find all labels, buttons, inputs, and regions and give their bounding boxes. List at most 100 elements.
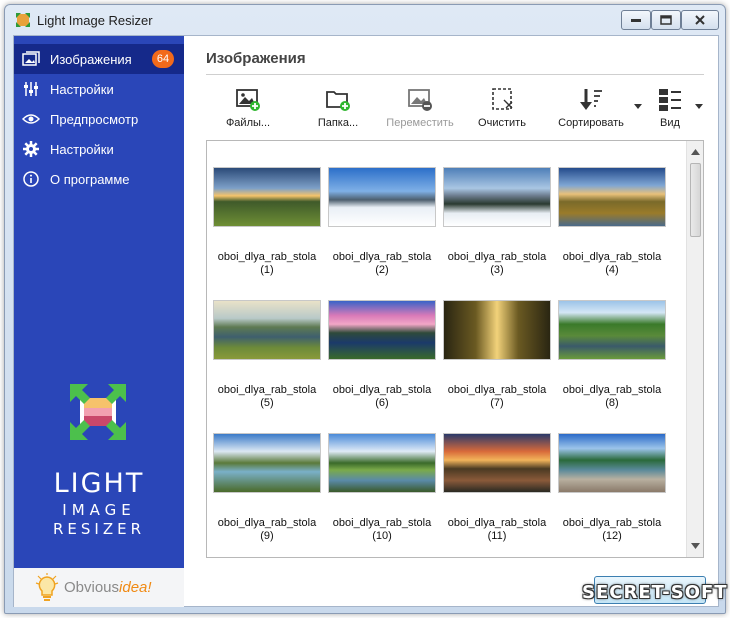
page-title: Изображения <box>206 50 306 67</box>
vendor-brand[interactable]: Obviousidea! <box>14 568 184 607</box>
logo-text-resizer: RESIZER <box>52 520 146 538</box>
app-icon <box>16 13 30 27</box>
images-icon <box>22 50 40 68</box>
sidebar-item-options[interactable]: Настройки <box>14 134 184 164</box>
clear-icon <box>492 88 513 110</box>
thumbnail-caption: oboi_dlya_rab_stola (10) <box>332 517 432 542</box>
add-folder-button[interactable]: Папка... <box>308 86 368 136</box>
sliders-icon <box>22 80 40 98</box>
clear-button[interactable]: Очистить <box>474 86 530 136</box>
window-title: Light Image Resizer <box>37 13 153 28</box>
maximize-button[interactable] <box>651 10 681 30</box>
thumbnail-image <box>213 300 321 360</box>
chevron-down-icon[interactable] <box>695 104 703 110</box>
thumbnail-item[interactable]: oboi_dlya_rab_stola (11) <box>443 433 553 553</box>
thumbnail-image <box>558 300 666 360</box>
sidebar: Изображения 64 Настройки Предпросмотр На… <box>14 36 184 607</box>
thumbnail-caption: oboi_dlya_rab_stola (11) <box>447 517 547 542</box>
sidebar-item-label: О программе <box>50 171 130 187</box>
thumbnail-image <box>213 433 321 493</box>
thumbnail-caption: oboi_dlya_rab_stola (3) <box>447 251 547 276</box>
thumbnail-item[interactable]: oboi_dlya_rab_stola (9) <box>213 433 323 553</box>
product-logo: LIGHT IMAGE RESIZER <box>14 376 184 546</box>
close-button[interactable] <box>681 10 719 30</box>
toolbar-label: Вид <box>660 117 680 129</box>
thumbnail-caption: oboi_dlya_rab_stola (7) <box>447 384 547 409</box>
chevron-down-icon[interactable] <box>634 104 642 110</box>
minimize-icon <box>631 19 641 22</box>
toolbar-label: Переместить <box>386 117 454 129</box>
remove-image-icon <box>408 89 432 111</box>
thumbnail-caption: oboi_dlya_rab_stola (8) <box>562 384 662 409</box>
main-panel: Изображения Файлы... Папка... Переместит… <box>184 36 719 607</box>
thumbnail-caption: oboi_dlya_rab_stola (9) <box>217 517 317 542</box>
thumbnail-caption: oboi_dlya_rab_stola (4) <box>562 251 662 276</box>
thumbnail-caption: oboi_dlya_rab_stola (6) <box>332 384 432 409</box>
thumbnail-image <box>213 167 321 227</box>
close-icon <box>695 15 705 25</box>
resize-logo-icon <box>70 384 126 440</box>
title-bar[interactable]: Light Image Resizer <box>5 5 725 35</box>
thumbnail-item[interactable]: oboi_dlya_rab_stola (8) <box>558 300 668 420</box>
thumbnail-caption: oboi_dlya_rab_stola (5) <box>217 384 317 409</box>
sidebar-item-preview[interactable]: Предпросмотр <box>14 104 184 134</box>
logo-text-light: LIGHT <box>53 468 145 499</box>
thumbnail-item[interactable]: oboi_dlya_rab_stola (10) <box>328 433 438 553</box>
image-grid[interactable]: oboi_dlya_rab_stola (1) oboi_dlya_rab_sto… <box>206 140 704 558</box>
thumbnail-image <box>443 167 551 227</box>
thumbnail-item[interactable]: oboi_dlya_rab_stola (6) <box>328 300 438 420</box>
thumbnail-image <box>558 167 666 227</box>
thumbnail-item[interactable]: oboi_dlya_rab_stola (3) <box>443 167 553 287</box>
maximize-icon <box>660 15 672 25</box>
watermark: SECRET-SOFT <box>582 582 728 603</box>
add-files-button[interactable]: Файлы... <box>218 86 278 136</box>
add-file-icon <box>236 89 260 111</box>
sidebar-item-label: Изображения <box>50 51 132 67</box>
gear-icon <box>22 140 40 158</box>
sidebar-item-images[interactable]: Изображения 64 <box>14 44 184 74</box>
scroll-up-icon[interactable] <box>691 149 700 155</box>
app-window: Light Image Resizer Изображения 64 Настр… <box>4 4 726 614</box>
thumbnail-image <box>558 433 666 493</box>
thumbnail-item[interactable]: oboi_dlya_rab_stola (4) <box>558 167 668 287</box>
client-area: Изображения 64 Настройки Предпросмотр На… <box>13 35 719 607</box>
thumbnail-image <box>328 433 436 493</box>
toolbar-label: Папка... <box>317 117 359 129</box>
thumbnail-item[interactable]: oboi_dlya_rab_stola (7) <box>443 300 553 420</box>
thumbnail-caption: oboi_dlya_rab_stola (12) <box>562 517 662 542</box>
thumbnail-image <box>443 300 551 360</box>
remove-button[interactable]: Переместить <box>384 86 456 136</box>
thumbnail-item[interactable]: oboi_dlya_rab_stola (5) <box>213 300 323 420</box>
vertical-scrollbar[interactable] <box>686 141 703 557</box>
sidebar-item-settings[interactable]: Настройки <box>14 74 184 104</box>
minimize-button[interactable] <box>621 10 651 30</box>
scrollbar-thumb[interactable] <box>690 163 701 237</box>
sidebar-item-about[interactable]: О программе <box>14 164 184 194</box>
sidebar-item-label: Предпросмотр <box>50 111 139 127</box>
eye-icon <box>22 110 40 128</box>
vendor-name: Obviousidea! <box>64 579 152 596</box>
info-icon <box>22 170 40 188</box>
toolbar-label: Файлы... <box>225 117 271 129</box>
thumbnail-item[interactable]: oboi_dlya_rab_stola (1) <box>213 167 323 287</box>
logo-text-image: IMAGE <box>62 501 136 519</box>
add-folder-icon <box>326 91 350 111</box>
lightbulb-icon <box>35 572 59 601</box>
sidebar-item-label: Настройки <box>50 141 114 157</box>
sidebar-item-label: Настройки <box>50 81 114 97</box>
sort-icon <box>580 89 602 110</box>
view-button[interactable]: Вид <box>650 86 690 136</box>
view-icon <box>659 89 681 111</box>
sort-button[interactable]: Сортировать <box>554 86 628 136</box>
title-divider <box>206 74 704 75</box>
thumbnail-item[interactable]: oboi_dlya_rab_stola (12) <box>558 433 668 553</box>
thumbnail-caption: oboi_dlya_rab_stola (1) <box>217 251 317 276</box>
toolbar-label: Сортировать <box>558 117 624 129</box>
image-count-badge: 64 <box>152 50 174 68</box>
thumbnail-image <box>328 167 436 227</box>
thumbnail-item[interactable]: oboi_dlya_rab_stola (2) <box>328 167 438 287</box>
scroll-down-icon[interactable] <box>691 543 700 549</box>
thumbnail-image <box>328 300 436 360</box>
toolbar-label: Очистить <box>478 117 526 129</box>
thumbnail-image <box>443 433 551 493</box>
